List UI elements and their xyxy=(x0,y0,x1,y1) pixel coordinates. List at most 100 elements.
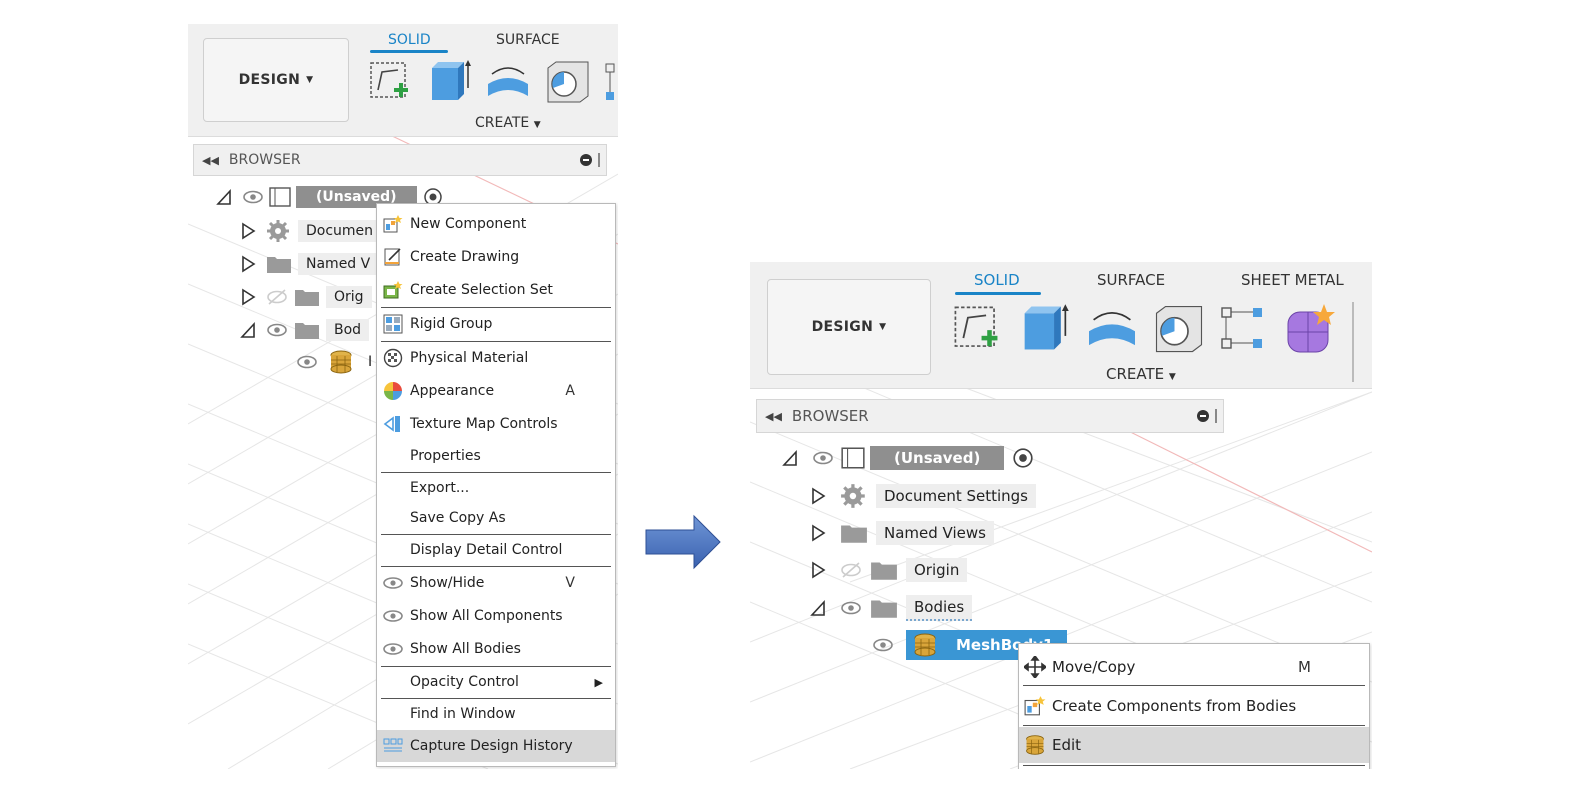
collapse-browser-icon[interactable]: ◀◀ xyxy=(202,154,219,167)
tree-label: Named Views xyxy=(876,521,994,545)
menu-item-create-drawing[interactable]: Create Drawing xyxy=(377,242,615,272)
menu-item-show-all-bodies[interactable]: Show All Bodies xyxy=(377,634,615,664)
menu-item-display-detail-control[interactable]: Display Detail Control xyxy=(377,535,615,565)
appearance-icon xyxy=(382,380,404,402)
folder-icon xyxy=(295,290,319,306)
menu-item-physical-material[interactable]: Physical Material xyxy=(377,343,615,373)
tree-label: Document Settings xyxy=(876,484,1037,508)
tab-solid[interactable]: SOLID xyxy=(974,271,1020,289)
tree-item-document-settings[interactable]: Documen xyxy=(240,217,382,245)
menu-separator xyxy=(381,341,611,342)
activate-radio-icon[interactable] xyxy=(1012,447,1034,469)
tab-sheet-metal[interactable]: SHEET METAL xyxy=(1241,271,1344,289)
eye-icon[interactable] xyxy=(812,449,834,467)
tree-item-bodies[interactable]: Bod xyxy=(240,316,370,344)
extrude-icon[interactable] xyxy=(428,58,472,104)
menu-separator xyxy=(1023,685,1365,686)
browser-title: BROWSER xyxy=(791,407,869,425)
eye-hidden-icon[interactable] xyxy=(266,288,288,306)
expanded-triangle-icon[interactable] xyxy=(810,599,826,617)
eye-icon[interactable] xyxy=(296,353,318,371)
pattern-icon-partial[interactable] xyxy=(604,62,618,102)
minimize-icon[interactable] xyxy=(580,154,592,166)
tab-solid[interactable]: SOLID xyxy=(388,32,431,48)
design-workspace-button[interactable]: DESIGN ▼ xyxy=(203,38,349,122)
tree-item-document-settings[interactable]: Document Settings xyxy=(810,482,1037,510)
menu-item-show-hide[interactable]: Show/Hide V xyxy=(377,568,615,598)
extrude-icon[interactable] xyxy=(1020,302,1070,354)
design-workspace-button[interactable]: DESIGN ▼ xyxy=(767,279,931,375)
transition-arrow-icon xyxy=(645,514,721,570)
tree-item-mesh-body[interactable]: I xyxy=(296,348,372,376)
menu-item-export[interactable]: Export... xyxy=(377,473,615,503)
tree-item-origin[interactable]: Origin xyxy=(810,556,968,584)
collapsed-triangle-icon[interactable] xyxy=(240,288,256,306)
revolve-icon[interactable] xyxy=(484,62,532,102)
menu-item-create-selection-set[interactable]: Create Selection Set xyxy=(377,275,615,305)
menu-item-edit[interactable]: Edit xyxy=(1019,727,1369,763)
tree-label: I xyxy=(368,354,373,370)
eye-icon[interactable] xyxy=(266,321,288,339)
toolbar: DESIGN ▼ SOLID SURFACE SHEET METAL CREAT… xyxy=(750,262,1372,389)
pattern-icon[interactable] xyxy=(1220,306,1266,352)
menu-item-texture-map-controls[interactable]: Texture Map Controls xyxy=(377,409,615,439)
menu-item-appearance[interactable]: Appearance A xyxy=(377,376,615,406)
shortcut-label: V xyxy=(565,575,575,591)
collapsed-triangle-icon[interactable] xyxy=(240,222,256,240)
menu-item-rigid-group[interactable]: Rigid Group xyxy=(377,309,615,339)
folder-icon xyxy=(295,323,319,339)
tree-item-origin[interactable]: Orig xyxy=(240,283,372,311)
eye-icon[interactable] xyxy=(840,599,862,617)
collapsed-triangle-icon[interactable] xyxy=(810,561,826,579)
menu-item-opacity-control[interactable]: Opacity Control ▶ xyxy=(377,667,615,697)
menu-separator xyxy=(381,307,611,308)
browser-header[interactable]: ◀◀ BROWSER xyxy=(193,144,607,176)
eye-icon[interactable] xyxy=(872,636,894,654)
folder-icon xyxy=(841,525,867,543)
menu-item-capture-design-history[interactable]: Capture Design History xyxy=(377,730,615,762)
sketch-icon[interactable] xyxy=(368,60,412,104)
pin-handle-icon[interactable] xyxy=(1215,409,1217,423)
tab-surface[interactable]: SURFACE xyxy=(496,32,560,48)
mesh-body-icon xyxy=(914,633,936,657)
mesh-body-icon xyxy=(1024,734,1046,756)
eye-hidden-icon[interactable] xyxy=(840,561,862,579)
minimize-icon[interactable] xyxy=(1197,410,1209,422)
expanded-triangle-icon[interactable] xyxy=(216,188,232,206)
menu-item-find-in-window[interactable]: Find in Window xyxy=(377,699,615,729)
hole-icon[interactable] xyxy=(1152,304,1206,354)
shortcut-label: M xyxy=(1298,658,1311,676)
collapsed-triangle-icon[interactable] xyxy=(810,524,826,542)
tree-item-bodies[interactable]: Bodies xyxy=(810,594,973,622)
expanded-triangle-icon[interactable] xyxy=(782,449,798,467)
menu-item-move-copy[interactable]: Move/Copy M xyxy=(1019,650,1369,684)
create-menu[interactable]: CREATE ▼ xyxy=(1106,365,1176,383)
expanded-triangle-icon[interactable] xyxy=(240,321,256,339)
tab-surface[interactable]: SURFACE xyxy=(1097,271,1165,289)
menu-item-save-copy-as[interactable]: Save Copy As xyxy=(377,503,615,533)
menu-item-new-component[interactable]: New Component xyxy=(377,209,615,239)
tree-item-named-views[interactable]: Named Views xyxy=(810,519,994,547)
tree-item-named-views[interactable]: Named V xyxy=(240,250,379,278)
component-icon xyxy=(841,447,865,469)
eye-icon xyxy=(382,638,404,660)
collapse-browser-icon[interactable]: ◀◀ xyxy=(765,410,782,423)
tree-label: Named V xyxy=(298,253,379,275)
menu-item-properties[interactable]: Properties xyxy=(377,441,615,471)
menu-item-create-components-from-bodies[interactable]: Create Components from Bodies xyxy=(1019,688,1369,724)
hole-icon[interactable] xyxy=(544,60,592,104)
collapsed-triangle-icon[interactable] xyxy=(240,255,256,273)
pin-handle-icon[interactable] xyxy=(598,153,600,167)
create-form-icon[interactable] xyxy=(1284,302,1338,356)
physical-material-icon xyxy=(382,347,404,369)
eye-icon[interactable] xyxy=(242,188,264,206)
create-menu[interactable]: CREATE ▼ xyxy=(475,115,541,131)
tree-root[interactable]: (Unsaved) xyxy=(782,444,1034,472)
tree-label: Orig xyxy=(326,286,372,308)
sketch-icon[interactable] xyxy=(952,304,1002,354)
menu-item-show-all-components[interactable]: Show All Components xyxy=(377,601,615,631)
browser-header[interactable]: ◀◀ BROWSER xyxy=(756,399,1224,433)
collapsed-triangle-icon[interactable] xyxy=(810,487,826,505)
revolve-icon[interactable] xyxy=(1084,306,1140,352)
create-drawing-icon xyxy=(382,246,404,268)
